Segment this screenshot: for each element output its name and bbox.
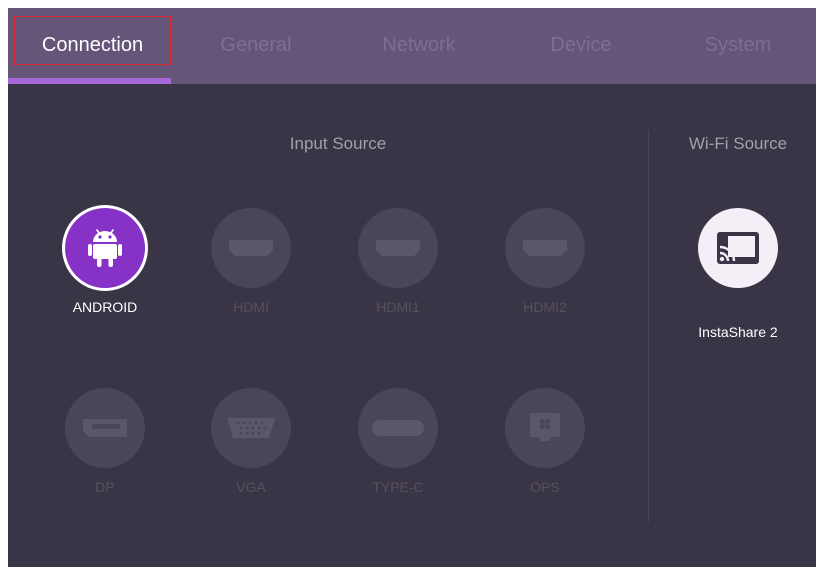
settings-screen: Connection General Network Device System… xyxy=(8,8,816,567)
source-hdmi1[interactable]: HDMI1 xyxy=(348,208,448,328)
source-android[interactable]: ANDROID xyxy=(55,208,155,328)
source-label: HDMI2 xyxy=(523,299,567,315)
source-label: InstaShare 2 xyxy=(698,324,778,340)
source-hdmi[interactable]: HDMI xyxy=(201,208,301,328)
source-label: TYPE-C xyxy=(372,479,424,495)
active-tab-indicator xyxy=(8,78,171,84)
source-label: VGA xyxy=(236,479,266,495)
usb-type-c-icon xyxy=(358,388,438,468)
source-label: HDMI xyxy=(233,299,269,315)
tab-connection[interactable]: Connection xyxy=(14,8,171,84)
source-hdmi2[interactable]: HDMI2 xyxy=(495,208,595,328)
section-divider xyxy=(648,130,649,522)
source-label: HDMI1 xyxy=(376,299,420,315)
displayport-icon xyxy=(65,388,145,468)
tab-bar: Connection General Network Device System xyxy=(8,8,816,84)
hdmi-icon xyxy=(211,208,291,288)
tab-system[interactable]: System xyxy=(672,8,804,84)
ops-windows-icon xyxy=(505,388,585,468)
hdmi-icon xyxy=(505,208,585,288)
vga-icon xyxy=(211,388,291,468)
source-ops[interactable]: OPS xyxy=(495,388,595,508)
source-dp[interactable]: DP xyxy=(55,388,155,508)
tab-network[interactable]: Network xyxy=(346,8,492,84)
hdmi-icon xyxy=(358,208,438,288)
input-source-title: Input Source xyxy=(289,134,387,153)
wifi-source-title: Wi-Fi Source xyxy=(688,134,788,153)
source-label: ANDROID xyxy=(72,299,138,315)
source-label: DP xyxy=(95,479,115,495)
android-icon xyxy=(65,208,145,288)
source-vga[interactable]: VGA xyxy=(201,388,301,508)
source-type-c[interactable]: TYPE-C xyxy=(348,388,448,508)
cast-icon xyxy=(698,208,778,288)
source-instashare-2[interactable]: InstaShare 2 xyxy=(688,208,788,340)
source-label: OPS xyxy=(530,479,560,495)
tab-general[interactable]: General xyxy=(186,8,326,84)
tab-device[interactable]: Device xyxy=(514,8,648,84)
